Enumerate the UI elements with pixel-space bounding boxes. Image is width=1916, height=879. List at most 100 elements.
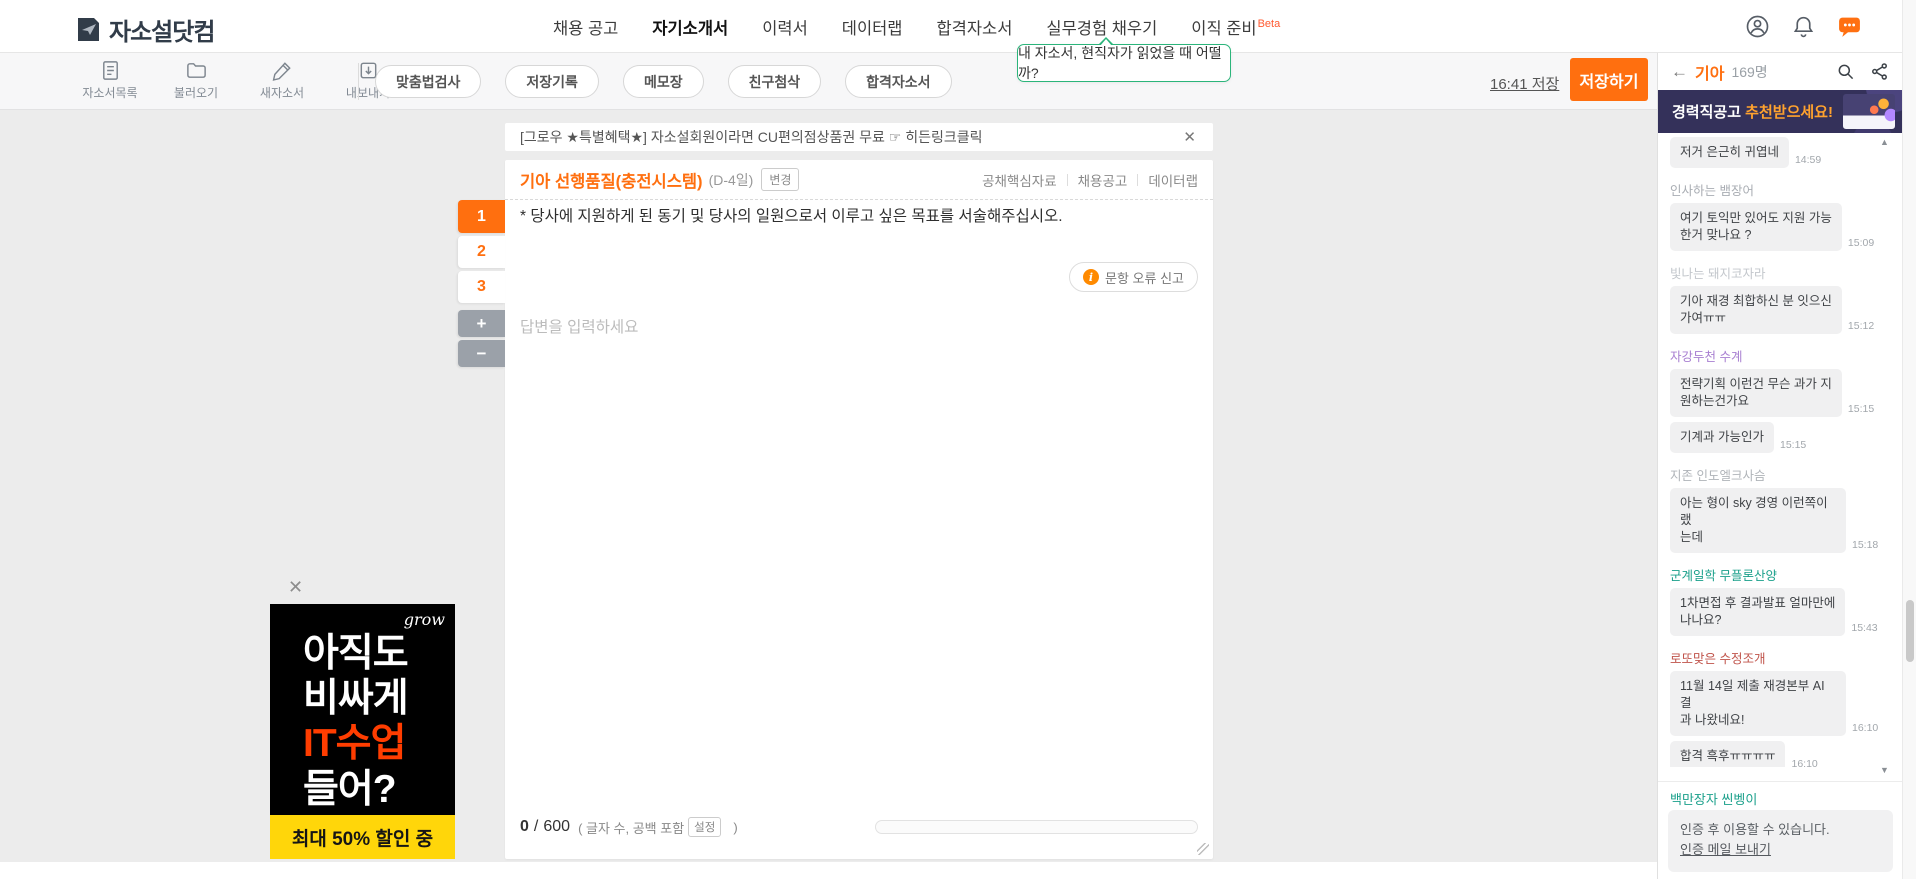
editor-toolbar: 자소서목록 불러오기 새자소서 내보내기 맞춤법검사 저장기록 메모장 친구첨삭 합격자소서 … <box>0 53 1657 110</box>
back-arrow-icon[interactable]: ← <box>1671 62 1688 82</box>
share-icon[interactable] <box>1870 62 1889 81</box>
tool-button-새자소서[interactable]: 새자소서 <box>252 59 312 101</box>
chat-username: 자강두천 수계 <box>1670 350 1743 364</box>
save-button[interactable]: 저장하기 <box>1570 58 1648 101</box>
logo[interactable]: 자소설닷컴 <box>75 12 215 47</box>
chat-username: 로또맞은 수정조개 <box>1670 652 1766 666</box>
resize-handle[interactable] <box>1197 843 1209 855</box>
pencil-icon <box>272 62 291 81</box>
chat-room-name: 기아 <box>1695 65 1725 83</box>
count-settings-button[interactable]: 설정 <box>688 817 722 837</box>
tool-button-불러오기[interactable]: 불러오기 <box>166 59 226 101</box>
ad-line: IT수업 <box>303 722 406 766</box>
chat-message-bubble: 저거 은근히 귀엽네 <box>1670 137 1789 168</box>
page-scrollbar-thumb[interactable] <box>1906 600 1914 662</box>
ad-close-icon[interactable]: ✕ <box>288 577 303 598</box>
promo-notice-banner: [그로우 ★특별혜택★] 자소설회원이라면 CU편의점상품권 무료 ☞ 히든링크… <box>505 123 1213 151</box>
chat-member-count: 169명 <box>1731 63 1768 80</box>
promo-notice-close-icon[interactable]: ✕ <box>1181 128 1198 146</box>
chat-message-bubble: 합격 흑후ㅠㅠㅠㅠ <box>1670 741 1786 767</box>
nav-beta-badge: Beta <box>1257 18 1281 30</box>
pill-button-합격자소서[interactable]: 합격자소서 <box>845 65 952 98</box>
logo-text: 자소설닷컴 <box>109 19 215 46</box>
my-username: 백만장자 씬벵이 <box>1670 792 1758 807</box>
resource-link-데이터랩[interactable]: 데이터랩 <box>1148 170 1198 190</box>
char-count-limit: 600 <box>543 818 571 835</box>
chat-input-divider <box>1658 781 1902 782</box>
resource-link-공채핵심자료[interactable]: 공채핵심자료 <box>982 170 1057 190</box>
chat-message-row: 저거 은근히 귀엽네 14:59 <box>1670 137 1882 168</box>
chat-message-bubble: 전략기획 이런건 무슨 과가 지 원하는건가요 <box>1670 369 1842 417</box>
pill-button-맞춤법검사[interactable]: 맞춤법검사 <box>375 65 482 98</box>
document-list-icon <box>102 61 118 80</box>
chat-username: 지존 인도엘크사슴 <box>1670 469 1766 483</box>
pill-button-저장기록[interactable]: 저장기록 <box>505 65 599 98</box>
send-verification-email-link[interactable]: 인증 메일 보내기 <box>1680 842 1771 857</box>
chat-message-bubble: 여기 토익만 있어도 지원 가능 한거 맞나요 ? <box>1670 203 1842 251</box>
char-count-current: 0 <box>520 818 529 835</box>
career-promo-text-orange: 추천받으세요! <box>1745 104 1833 121</box>
ad-banner[interactable]: grow 아직도 비싸게 IT수업 들어? 최대 50% 할인 중 <box>270 604 455 859</box>
page-scrollbar <box>1902 0 1916 879</box>
resource-link-채용공고[interactable]: 채용공고 <box>1078 170 1128 190</box>
chat-scroll-down-icon[interactable]: ▼ <box>1880 765 1889 775</box>
chat-username: 인사하는 뱀장어 <box>1670 184 1754 198</box>
folder-icon <box>186 63 206 78</box>
remove-question-tab[interactable]: − <box>458 340 505 367</box>
profile-icon[interactable] <box>1745 14 1770 39</box>
question-tab-1[interactable]: 1 <box>458 200 505 233</box>
notification-bell-icon[interactable] <box>1791 14 1816 39</box>
link-separator <box>1066 173 1068 186</box>
chat-input-box: 인증 후 이용할 수 있습니다. 인증 메일 보내기 <box>1668 810 1893 872</box>
tool-button-label: 새자소서 <box>259 86 305 100</box>
nav-item-자기소개서[interactable]: 자기소개서 <box>652 15 728 39</box>
tool-button-label: 자소서목록 <box>82 86 138 100</box>
pill-button-메모장[interactable]: 메모장 <box>622 65 704 98</box>
nav-item-채용 공고[interactable]: 채용 공고 <box>553 15 618 39</box>
toolbar-icon-buttons: 자소서목록 불러오기 새자소서 내보내기 <box>80 59 398 101</box>
add-question-tab[interactable]: + <box>458 310 505 337</box>
char-count-note-end: ) <box>733 819 738 835</box>
question-tab-2[interactable]: 2 <box>458 236 505 268</box>
nav-item-실무경험 채우기[interactable]: 실무경험 채우기 <box>1046 15 1157 39</box>
last-saved-time[interactable]: 16:41 저장 <box>1490 73 1559 94</box>
chat-message-row: 아는 형이 sky 경영 이런쪽이랬 는데 15:18 <box>1670 488 1882 553</box>
search-icon[interactable] <box>1836 62 1855 81</box>
question-tab-3[interactable]: 3 <box>458 271 505 303</box>
chat-icon[interactable] <box>1837 14 1862 39</box>
nav-item-이직 준비[interactable]: 이직 준비Beta <box>1191 15 1280 39</box>
chat-sidebar: ← 기아 169명 경력직공고 추천받으세요! ▲ 저거 은근히 귀엽네 14:5… <box>1657 53 1902 879</box>
char-progress-bar <box>875 820 1198 834</box>
chat-message-row: 1차면접 후 결과발표 얼마만에 나나요? 15:43 <box>1670 588 1882 636</box>
pill-button-친구첨삭[interactable]: 친구첨삭 <box>727 65 822 98</box>
career-promo-banner[interactable]: 경력직공고 추천받으세요! <box>1658 90 1902 133</box>
promo-notice-text[interactable]: [그로우 ★특별혜택★] 자소설회원이라면 CU편의점상품권 무료 ☞ 히든링크… <box>520 127 1181 147</box>
company-title[interactable]: 기아 선행품질(충전시스템) <box>520 168 703 192</box>
ad-text-lines: 아직도 비싸게 IT수업 들어? <box>303 631 409 812</box>
nav-item-데이터랩[interactable]: 데이터랩 <box>842 15 903 39</box>
tool-button-자소서목록[interactable]: 자소서목록 <box>80 59 140 101</box>
change-button[interactable]: 변경 <box>761 168 800 191</box>
chat-message-time: 14:59 <box>1794 154 1822 166</box>
answer-textarea[interactable]: 답변을 입력하세요 <box>505 305 1213 809</box>
essay-panel-header: 기아 선행품질(충전시스템) (D-4일) 변경 공채핵심자료 채용공고 데이터랩 <box>505 160 1213 200</box>
question-text: * 당사에 지원하게 된 동기 및 당사의 일원으로서 이루고 싶은 목표를 서… <box>520 208 1063 225</box>
header-icons <box>1745 0 1862 53</box>
nav-item-합격자소서[interactable]: 합격자소서 <box>937 15 1013 39</box>
chat-message-row: 여기 토익만 있어도 지원 가능 한거 맞나요 ? 15:09 <box>1670 203 1882 251</box>
answer-placeholder: 답변을 입력하세요 <box>520 319 639 336</box>
chat-message-bubble: 기계과 가능인가 <box>1670 422 1774 453</box>
chat-message-row: 합격 흑후ㅠㅠㅠㅠ 16:10 <box>1670 741 1882 767</box>
report-error-button[interactable]: i 문항 오류 신고 <box>1069 262 1198 292</box>
app-header: 자소설닷컴 채용 공고 자기소개서 이력서 데이터랩 합격자소서 실무경험 채우기 이직 준… <box>0 0 1916 53</box>
toolbar-pill-buttons: 맞춤법검사 저장기록 메모장 친구첨삭 합격자소서 <box>375 65 952 98</box>
chat-message-time: 15:12 <box>1847 320 1875 332</box>
ad-brand-logo: grow <box>403 610 445 629</box>
chat-message-time: 15:15 <box>1847 403 1875 415</box>
ad-line: 들어? <box>303 767 397 811</box>
nav-item-이력서[interactable]: 이력서 <box>762 15 808 39</box>
career-promo-thumbnail <box>1843 94 1895 129</box>
chat-message-time: 16:10 <box>1791 758 1818 767</box>
ad-footer-text: 최대 50% 할인 중 <box>270 815 455 859</box>
chat-messages: 저거 은근히 귀엽네 14:59 인사하는 뱀장어여기 토익만 있어도 지원 가능 … <box>1670 137 1882 767</box>
